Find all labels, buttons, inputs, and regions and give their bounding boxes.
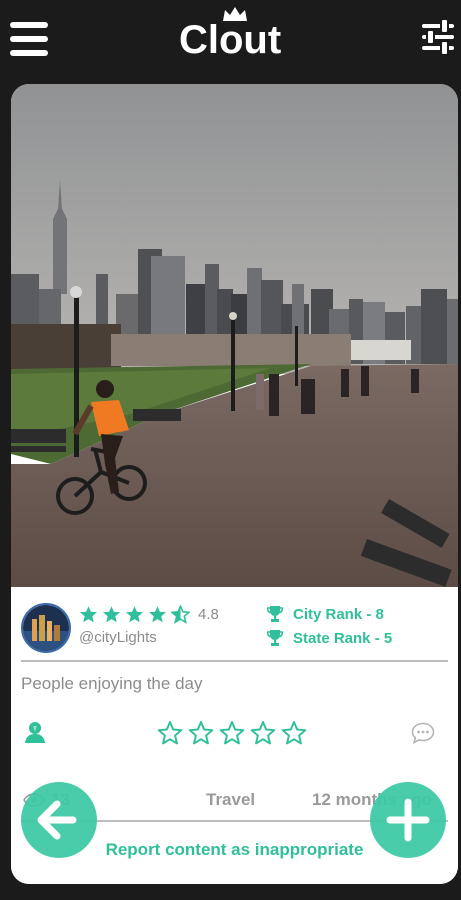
post-photo[interactable] bbox=[11, 84, 458, 587]
star-rating: 4.8 bbox=[79, 603, 219, 625]
top-bar: Clout bbox=[0, 0, 461, 80]
city-rank-label: City Rank - 8 bbox=[293, 605, 384, 623]
arrow-left-icon bbox=[37, 800, 77, 840]
star-outline-icon[interactable] bbox=[157, 720, 183, 751]
star-outline-icon[interactable] bbox=[281, 720, 307, 751]
state-rank: State Rank - 5 bbox=[267, 629, 392, 647]
sliders-icon[interactable] bbox=[420, 18, 456, 56]
app-logo: Clout bbox=[179, 7, 291, 62]
star-filled-icon bbox=[103, 605, 120, 622]
star-filled-icon bbox=[149, 605, 166, 622]
logo-text: Clout bbox=[179, 18, 282, 62]
star-outline-icon[interactable] bbox=[219, 720, 245, 751]
state-rank-label: State Rank - 5 bbox=[293, 629, 393, 647]
city-rank: City Rank - 8 bbox=[267, 605, 384, 623]
hamburger-menu-icon[interactable] bbox=[10, 22, 48, 56]
star-outline-icon[interactable] bbox=[250, 720, 276, 751]
trophy-icon bbox=[267, 606, 283, 622]
post-card: 4.8 @cityLights City Rank - 8 State Rank… bbox=[11, 84, 458, 884]
person-icon[interactable] bbox=[23, 720, 47, 744]
rating-value: 4.8 bbox=[198, 605, 219, 623]
star-half-icon bbox=[171, 604, 190, 624]
post-category: Travel bbox=[206, 790, 256, 809]
rate-post-stars[interactable] bbox=[157, 720, 312, 751]
plus-icon bbox=[386, 798, 430, 842]
post-caption: People enjoying the day bbox=[21, 674, 203, 693]
trophy-icon bbox=[267, 630, 283, 646]
star-filled-icon bbox=[80, 605, 97, 622]
comment-bubble-icon[interactable] bbox=[411, 722, 435, 744]
username[interactable]: @cityLights bbox=[79, 629, 157, 646]
avatar[interactable] bbox=[21, 603, 71, 653]
star-filled-icon bbox=[126, 605, 143, 622]
star-outline-icon[interactable] bbox=[188, 720, 214, 751]
back-button[interactable] bbox=[21, 782, 97, 858]
add-post-button[interactable] bbox=[370, 782, 446, 858]
divider bbox=[21, 660, 448, 662]
